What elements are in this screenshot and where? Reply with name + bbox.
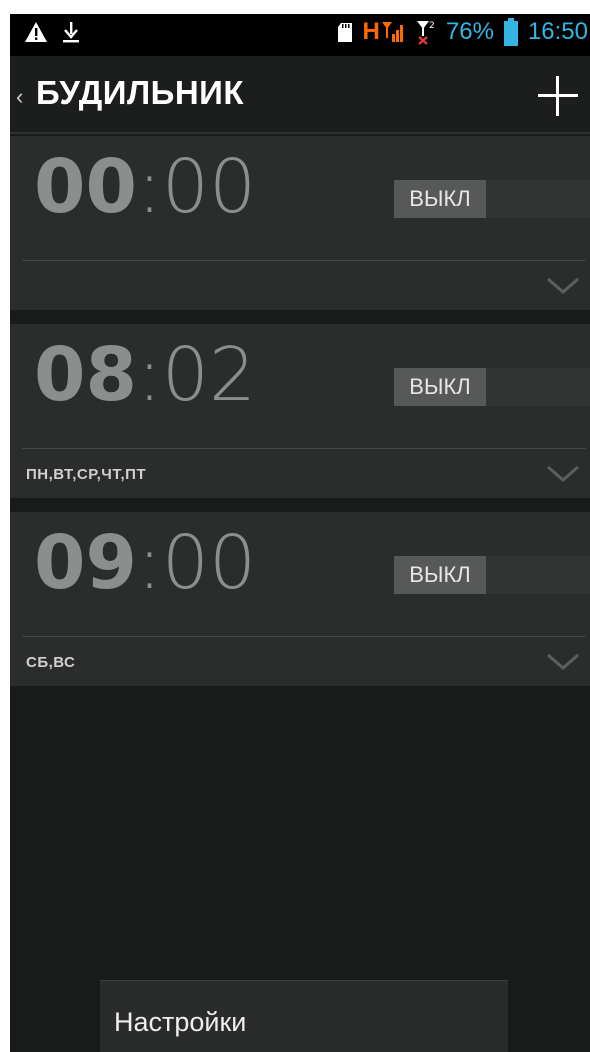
signal-icon: H xyxy=(363,18,406,46)
battery-icon xyxy=(503,18,518,46)
status-bar: H 2 76% 16:50 xyxy=(10,14,590,56)
alarm-time[interactable]: 08:02 xyxy=(34,338,256,412)
alarm-item[interactable]: 09:00 ВЫКЛ СБ,ВС xyxy=(10,512,590,686)
chevron-down-icon[interactable] xyxy=(546,276,580,296)
alarm-days: СБ,ВС xyxy=(26,654,76,671)
divider xyxy=(22,636,586,637)
alarm-minutes: 02 xyxy=(161,332,257,418)
alarm-item[interactable]: 08:02 ВЫКЛ ПН,ВТ,СР,ЧТ,ПТ xyxy=(10,324,590,498)
menu-item-settings[interactable]: Настройки xyxy=(114,1007,246,1038)
alarm-toggle[interactable]: ВЫКЛ xyxy=(394,556,590,594)
divider xyxy=(22,448,586,449)
alarm-separator: : xyxy=(136,144,162,230)
divider xyxy=(22,260,586,261)
download-icon xyxy=(62,20,80,44)
plus-icon xyxy=(538,76,578,116)
overflow-menu: Настройки xyxy=(100,980,508,1052)
alarm-separator: : xyxy=(136,332,162,418)
chevron-down-icon[interactable] xyxy=(546,464,580,484)
svg-text:2: 2 xyxy=(429,21,435,31)
screen: H 2 76% 16:50 ‹ БУДИЛЬНИК 00:00 ВЫКЛ 08:… xyxy=(10,14,590,1052)
alarm-separator: : xyxy=(136,520,162,606)
alarm-hours: 09 xyxy=(34,520,137,606)
alarm-hours: 08 xyxy=(34,332,137,418)
battery-percent: 76% xyxy=(445,18,494,45)
alarm-toggle[interactable]: ВЫКЛ xyxy=(394,180,590,218)
warning-icon xyxy=(24,21,48,43)
alarm-days: ПН,ВТ,СР,ЧТ,ПТ xyxy=(26,466,147,483)
sd-card-icon xyxy=(337,21,353,43)
toggle-label: ВЫКЛ xyxy=(394,368,486,406)
alarm-item[interactable]: 00:00 ВЫКЛ xyxy=(10,136,590,310)
status-clock: 16:50 xyxy=(527,18,588,45)
alarm-minutes: 00 xyxy=(161,520,257,606)
add-alarm-button[interactable] xyxy=(526,64,590,128)
toggle-label: ВЫКЛ xyxy=(394,180,486,218)
toggle-label: ВЫКЛ xyxy=(394,556,486,594)
back-caret-icon[interactable]: ‹ xyxy=(16,84,23,110)
network-type-label: H xyxy=(362,18,380,45)
alarm-time[interactable]: 00:00 xyxy=(34,150,256,224)
alarm-hours: 00 xyxy=(34,144,137,230)
chevron-down-icon[interactable] xyxy=(546,652,580,672)
alarm-toggle[interactable]: ВЫКЛ xyxy=(394,368,590,406)
alarm-minutes: 00 xyxy=(161,144,257,230)
no-signal-icon: 2 xyxy=(416,19,436,45)
action-bar: ‹ БУДИЛЬНИК xyxy=(10,56,590,134)
page-title[interactable]: БУДИЛЬНИК xyxy=(36,74,244,112)
alarm-time[interactable]: 09:00 xyxy=(34,526,256,600)
